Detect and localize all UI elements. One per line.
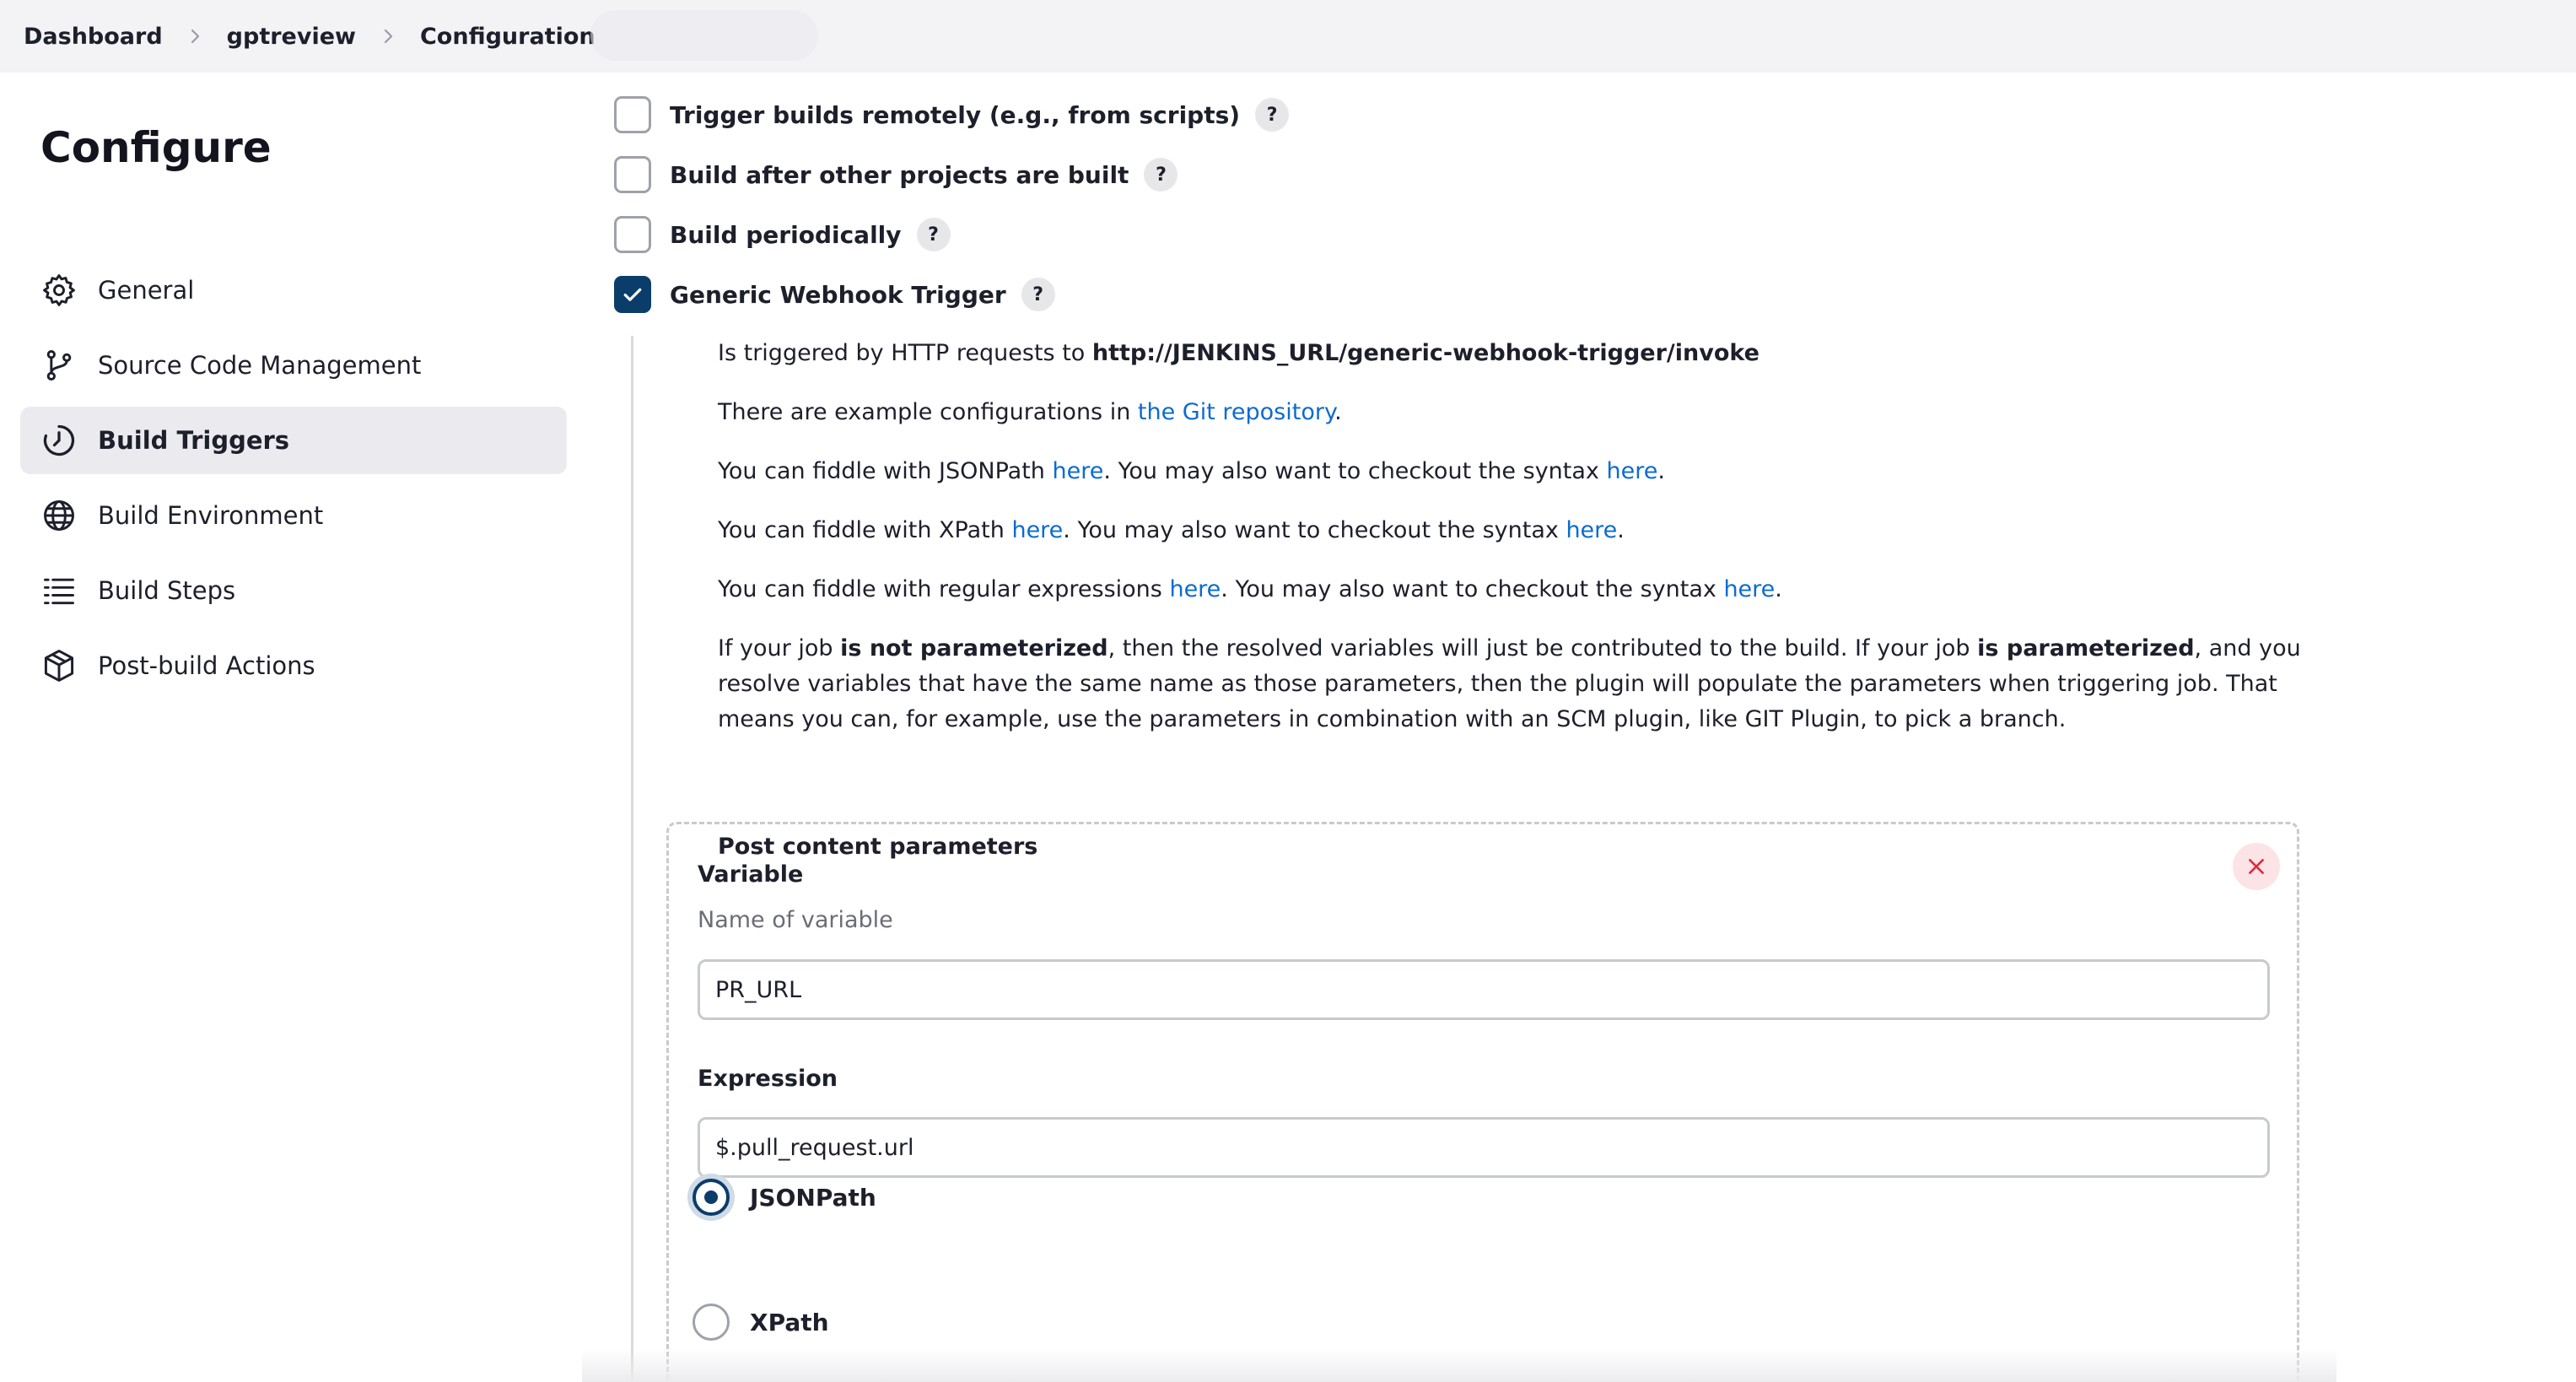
bottom-bar-shadow — [582, 1348, 2336, 1382]
jsonpath-radio[interactable] — [693, 1179, 730, 1216]
jsonpath-syntax-link[interactable]: here — [1606, 458, 1657, 484]
header-fade — [590, 10, 818, 61]
sidebar-nav: General Source Code Management Build Tri… — [20, 256, 567, 707]
sidebar-item-label: Build Steps — [98, 576, 236, 605]
chevron-right-icon — [380, 28, 396, 45]
help-icon[interactable]: ? — [1021, 278, 1055, 311]
gear-icon — [40, 272, 78, 309]
xpath-syntax-mid: . You may also want to checkout the synt… — [1063, 517, 1566, 543]
build-periodically-label[interactable]: Build periodically — [670, 221, 902, 249]
regex-text: You can fiddle with regular expressions … — [718, 572, 1782, 607]
git-branch-icon — [40, 347, 78, 384]
sidebar-item-build-environment[interactable]: Build Environment — [20, 482, 567, 549]
breadcrumb-gptreview[interactable]: gptreview — [227, 24, 356, 50]
xpath-text: You can fiddle with XPath here. You may … — [718, 513, 1625, 548]
param-text-3: , then the resolved variables will just … — [1107, 635, 1978, 661]
sidebar-item-label: General — [98, 276, 195, 305]
page-title: Configure — [40, 123, 272, 172]
variable-label: Variable — [698, 861, 804, 888]
variable-hint: Name of variable — [698, 907, 893, 933]
sidebar-item-label: Source Code Management — [98, 351, 422, 380]
param-text-1: If your job — [718, 635, 841, 661]
sidebar-item-build-triggers[interactable]: Build Triggers — [20, 407, 567, 474]
examples-suffix: . — [1334, 399, 1342, 425]
close-icon — [2249, 859, 2264, 874]
trigger-remote-row: Trigger builds remotely (e.g., from scri… — [614, 96, 1290, 133]
trigger-remote-checkbox[interactable] — [614, 96, 651, 133]
variable-input[interactable] — [698, 959, 2270, 1020]
checkmark-icon — [623, 288, 642, 301]
webhook-url-text: Is triggered by HTTP requests to http://… — [718, 336, 1760, 371]
sidebar: Configure General Source Code Management… — [0, 73, 582, 1382]
parameterized-text: If your job is not parameterized, then t… — [718, 631, 2354, 737]
post-content-parameter-box: Variable Name of variable Expression JSO… — [666, 822, 2299, 1382]
xpath-syntax-link[interactable]: here — [1566, 517, 1617, 543]
timer-icon — [40, 422, 78, 459]
webhook-url-prefix: Is triggered by HTTP requests to — [718, 340, 1092, 366]
param-text-4: is parameterized — [1977, 635, 2195, 661]
regex-syntax-link[interactable]: here — [1723, 576, 1775, 602]
jsonpath-text: You can fiddle with JSONPath here. You m… — [718, 454, 1665, 489]
generic-webhook-row: Generic Webhook Trigger ? — [614, 276, 1055, 313]
xpath-radio-label[interactable]: XPath — [750, 1309, 829, 1336]
help-icon[interactable]: ? — [1144, 158, 1178, 192]
sidebar-item-source-code-management[interactable]: Source Code Management — [20, 332, 567, 399]
sidebar-item-post-build-actions[interactable]: Post-build Actions — [20, 632, 567, 699]
examples-text: There are example configurations in the … — [718, 395, 1342, 430]
sidebar-item-label: Build Environment — [98, 501, 324, 530]
jsonpath-period: . — [1657, 458, 1665, 484]
generic-webhook-label[interactable]: Generic Webhook Trigger — [670, 281, 1006, 309]
globe-icon — [40, 497, 78, 534]
xpath-radio[interactable] — [693, 1304, 730, 1341]
regex-prefix: You can fiddle with regular expressions — [718, 576, 1170, 602]
param-text-2: is not parameterized — [840, 635, 1108, 661]
help-icon[interactable]: ? — [1255, 98, 1290, 132]
xpath-prefix: You can fiddle with XPath — [718, 517, 1012, 543]
sidebar-item-label: Build Triggers — [98, 426, 290, 455]
list-icon — [40, 572, 78, 609]
webhook-url: http://JENKINS_URL/generic-webhook-trigg… — [1091, 340, 1760, 366]
xpath-fiddle-link[interactable]: here — [1011, 517, 1063, 543]
build-after-label[interactable]: Build after other projects are built — [670, 161, 1129, 189]
build-after-row: Build after other projects are built ? — [614, 156, 1178, 193]
remove-parameter-button[interactable] — [2233, 843, 2280, 890]
sidebar-item-general[interactable]: General — [20, 256, 567, 324]
build-after-checkbox[interactable] — [614, 156, 651, 193]
sidebar-item-build-steps[interactable]: Build Steps — [20, 557, 567, 624]
jsonpath-syntax-mid: . You may also want to checkout the synt… — [1103, 458, 1607, 484]
expression-input[interactable] — [698, 1117, 2270, 1178]
build-periodically-checkbox[interactable] — [614, 216, 651, 253]
regex-period: . — [1775, 576, 1782, 602]
breadcrumb-configuration[interactable]: Configuration — [420, 24, 595, 50]
build-periodically-row: Build periodically ? — [614, 216, 951, 253]
expression-label: Expression — [698, 1066, 838, 1092]
breadcrumb: Dashboard gptreview Configuration — [0, 0, 2576, 73]
breadcrumb-dashboard[interactable]: Dashboard — [24, 24, 163, 50]
jsonpath-radio-label[interactable]: JSONPath — [750, 1184, 876, 1212]
radio-xpath-row[interactable]: XPath — [693, 1304, 829, 1341]
radio-jsonpath-row[interactable]: JSONPath — [693, 1179, 876, 1216]
sidebar-item-label: Post-build Actions — [98, 651, 315, 680]
trigger-remote-label[interactable]: Trigger builds remotely (e.g., from scri… — [670, 101, 1240, 129]
git-repository-link[interactable]: the Git repository — [1138, 399, 1334, 425]
regex-fiddle-link[interactable]: here — [1169, 576, 1221, 602]
jsonpath-fiddle-link[interactable]: here — [1053, 458, 1104, 484]
generic-webhook-checkbox[interactable] — [614, 276, 651, 313]
main-content: Trigger builds remotely (e.g., from scri… — [582, 73, 2576, 1382]
examples-prefix: There are example configurations in — [718, 399, 1138, 425]
xpath-period: . — [1617, 517, 1625, 543]
package-icon — [40, 647, 78, 684]
chevron-right-icon — [186, 28, 203, 45]
help-icon[interactable]: ? — [916, 218, 951, 251]
jsonpath-prefix: You can fiddle with JSONPath — [718, 458, 1053, 484]
regex-syntax-mid: . You may also want to checkout the synt… — [1221, 576, 1724, 602]
